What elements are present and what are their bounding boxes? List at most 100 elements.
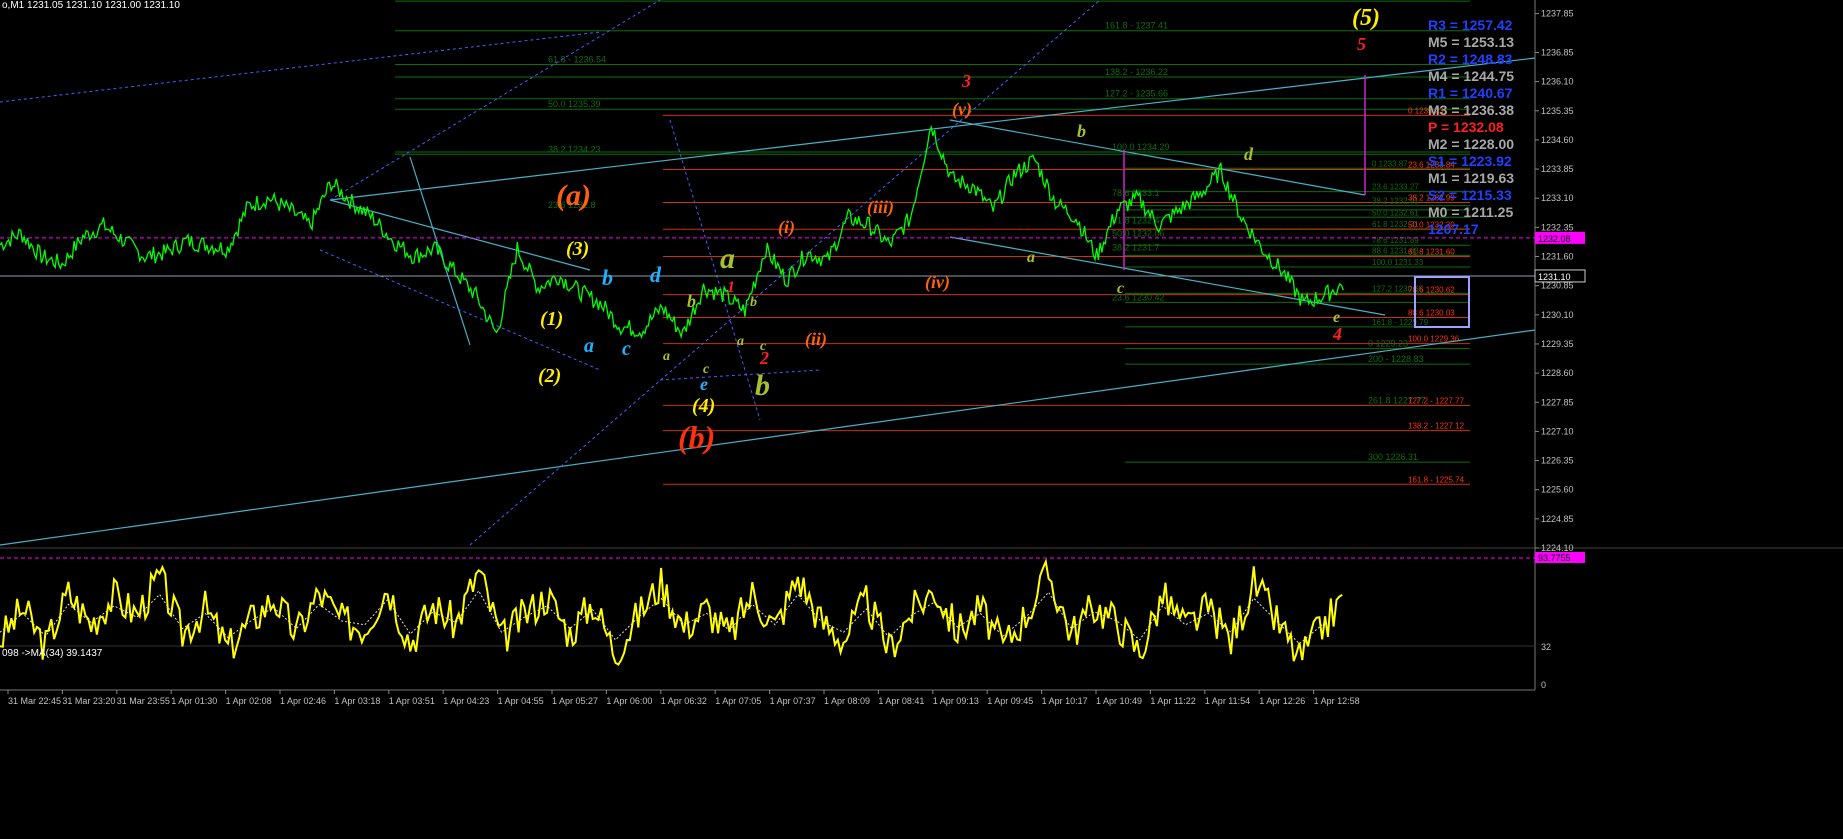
- wave-label: (5): [1352, 5, 1380, 31]
- fib-label-green: 0 1229.23: [1368, 339, 1408, 349]
- wave-label: b: [602, 265, 613, 290]
- fib-label-green: 138.2 - 1236.22: [1105, 67, 1168, 77]
- pivot-label: S1 = 1223.92: [1428, 153, 1512, 169]
- price-tick-label: 1233.10: [1541, 193, 1574, 203]
- time-tick-label: 1 Apr 04:23: [443, 696, 489, 706]
- price-tick-label: 1224.85: [1541, 514, 1574, 524]
- wave-label: (3): [566, 238, 589, 260]
- time-tick-label: 31 Mar 22:45: [8, 696, 61, 706]
- fib-label-left: 38.2 1234.23: [548, 144, 601, 154]
- trend-line: [329, 57, 1536, 201]
- fib-label-green: 50.0 1232.06: [1112, 229, 1165, 239]
- current-price-label: 1231.10: [1538, 272, 1571, 282]
- fib-label-small: 161.8 - 1229.79: [1372, 318, 1429, 327]
- pivot-label: P = 1232.08: [1428, 119, 1504, 135]
- wave-label: a: [720, 242, 735, 275]
- trend-line: [329, 199, 591, 271]
- fib-label-green: 161.8 - 1237.41: [1105, 21, 1168, 31]
- pivot-label: M4 = 1244.75: [1428, 68, 1514, 84]
- fib-label-small: 23.6 1233.27: [1372, 183, 1419, 192]
- price-tick-label: 1225.60: [1541, 485, 1574, 495]
- wave-label: e: [700, 374, 708, 394]
- oscillator-header: 098 ->MA(34) 39.1437: [2, 648, 103, 659]
- price-tick-label: 1235.35: [1541, 106, 1574, 116]
- wave-label: (a): [556, 179, 591, 212]
- price-tick-label: 1230.10: [1541, 310, 1574, 320]
- osc-tick-label: 32: [1541, 642, 1551, 652]
- symbol-ohlc-header: o,M1 1231.05 1231.10 1231.00 1231.10: [2, 0, 180, 11]
- time-tick-label: 1 Apr 07:05: [715, 696, 761, 706]
- fib-label-green: 61.8 1232.4: [1112, 215, 1160, 225]
- fib-label-left: 50.0 1235.39: [548, 99, 601, 109]
- time-tick-label: 1 Apr 11:54: [1205, 696, 1250, 706]
- wave-label: a: [663, 349, 670, 364]
- pivot-label: M5 = 1253.13: [1428, 34, 1514, 50]
- pivot-label: R2 = 1248.83: [1428, 51, 1513, 67]
- price-tick-label: 1224.10: [1541, 543, 1574, 553]
- time-tick-label: 1 Apr 04:55: [498, 696, 544, 706]
- time-tick-label: 1 Apr 08:41: [878, 696, 924, 706]
- wave-label: c: [1117, 280, 1124, 297]
- price-tick-label: 1232.35: [1541, 222, 1574, 232]
- time-tick-label: 1 Apr 12:58: [1314, 696, 1360, 706]
- time-tick-label: 1 Apr 10:17: [1042, 696, 1088, 706]
- wave-label: 3: [961, 71, 971, 91]
- time-tick-label: 1 Apr 06:00: [606, 696, 652, 706]
- fib-label-green: 200 - 1228.83: [1368, 354, 1424, 364]
- pivot-price-label: 1232.08: [1538, 234, 1571, 244]
- time-tick-label: 1 Apr 01:30: [171, 696, 217, 706]
- pivot-label: R3 = 1257.42: [1428, 17, 1513, 33]
- fib-label-green: 300 1226.31: [1368, 452, 1418, 462]
- time-tick-label: 1 Apr 11:22: [1150, 696, 1195, 706]
- wave-label: d: [1244, 144, 1254, 164]
- pivot-label: M1 = 1219.63: [1428, 170, 1514, 186]
- wave-label: b: [750, 295, 757, 310]
- fib-label-red: 161.8 - 1225.74: [1408, 475, 1465, 484]
- wave-label: 1: [727, 279, 735, 296]
- channel-line: [329, 0, 661, 201]
- osc-top-label: 93.7755: [1538, 553, 1571, 563]
- fib-label-red: 127.2 - 1227.77: [1408, 396, 1465, 405]
- pivot-label: 1207.17: [1428, 221, 1479, 237]
- price-tick-label: 1231.60: [1541, 252, 1574, 262]
- price-tick-label: 1237.85: [1541, 9, 1574, 19]
- price-tick-label: 1234.60: [1541, 135, 1574, 145]
- time-tick-label: 1 Apr 03:18: [334, 696, 380, 706]
- pivot-label: M2 = 1228.00: [1428, 136, 1514, 152]
- wave-label: (iii): [867, 197, 894, 218]
- fib-label-small: 0 1233.87: [1372, 159, 1408, 168]
- wave-label: b: [755, 369, 770, 402]
- wave-label: 2: [759, 348, 769, 368]
- fib-label-small: 50.0 1232.61: [1372, 208, 1419, 217]
- time-tick-label: 1 Apr 02:08: [226, 696, 272, 706]
- price-tick-label: 1233.85: [1541, 164, 1574, 174]
- wave-label: c: [622, 338, 631, 360]
- time-tick-label: 31 Mar 23:20: [62, 696, 115, 706]
- time-tick-label: 31 Mar 23:55: [117, 696, 170, 706]
- chart-window: 1237.85 1236.85 1236.10 1235.35 1234.60 1233.…: [0, 0, 1843, 839]
- price-tick-label: 1236.85: [1541, 47, 1574, 57]
- channel-line: [659, 369, 821, 381]
- price-tick-label: 1228.60: [1541, 368, 1574, 378]
- wave-label: 5: [1357, 34, 1366, 54]
- wave-label: a: [737, 334, 744, 349]
- time-tick-label: 1 Apr 07:37: [770, 696, 816, 706]
- oscillator-series: [0, 558, 1343, 666]
- time-tick-label: 1 Apr 10:49: [1096, 696, 1142, 706]
- wave-label: (2): [538, 365, 561, 387]
- wave-label: (ii): [805, 329, 827, 350]
- channel-line: [0, 31, 601, 103]
- wave-label: a: [1027, 249, 1035, 266]
- osc-tick-label: 0: [1541, 680, 1546, 690]
- price-tick-label: 1227.10: [1541, 426, 1574, 436]
- fib-label-small: 100.0 1231.33: [1372, 258, 1424, 267]
- pivot-label: M3 = 1236.38: [1428, 102, 1514, 118]
- fib-label-green: 127.2 - 1235.66: [1105, 89, 1168, 99]
- time-tick-label: 1 Apr 09:13: [933, 696, 979, 706]
- pivot-label: S2 = 1215.33: [1428, 187, 1512, 203]
- time-tick-label: 1 Apr 09:45: [987, 696, 1033, 706]
- price-tick-label: 1229.35: [1541, 339, 1574, 349]
- wave-label: b: [1077, 121, 1086, 141]
- fib-label-left: 78.6 - 1238.17: [548, 0, 606, 1]
- wave-label: (iv): [925, 272, 950, 293]
